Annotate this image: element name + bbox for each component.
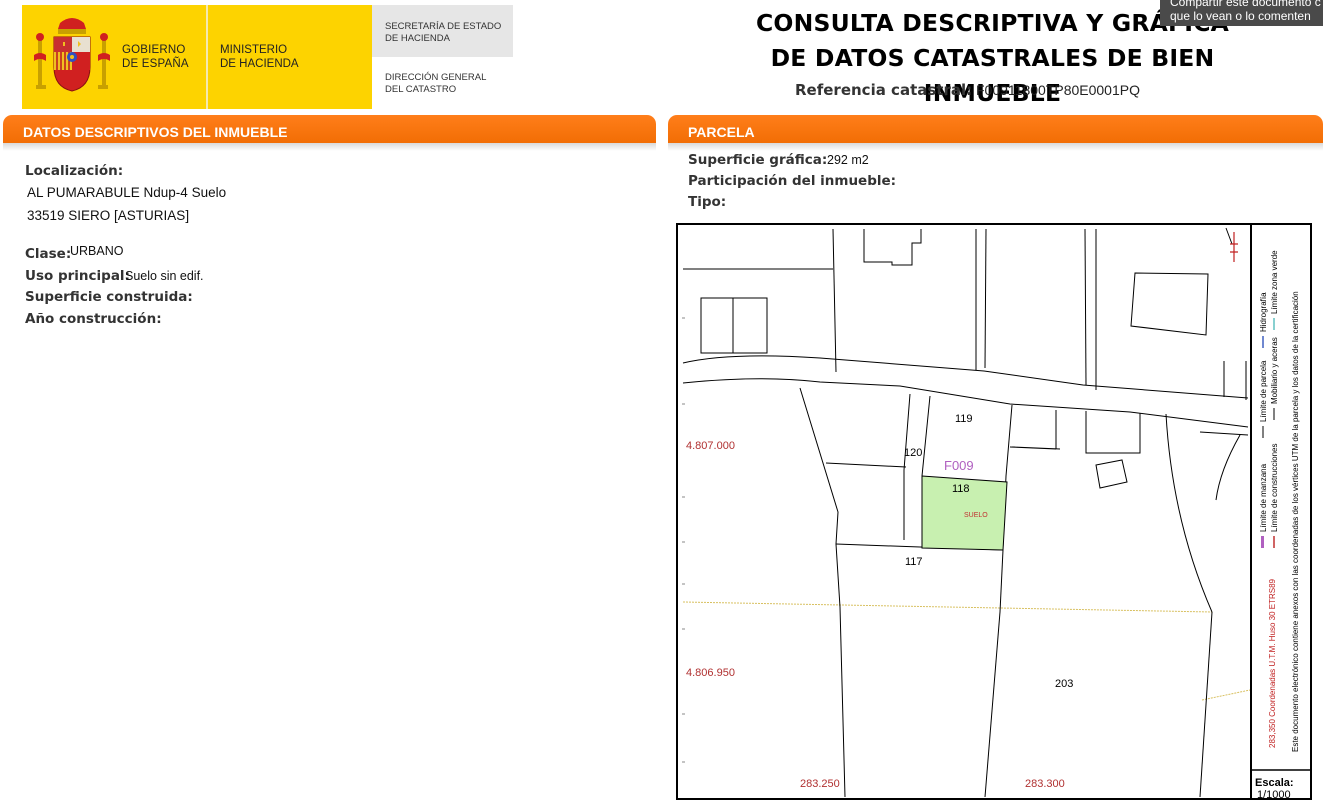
clase-value: URBANO [70,244,124,258]
superficie-grafica-value: 292 m2 [827,153,869,167]
tooltip-line-2: que lo vean o lo comenten [1170,9,1311,23]
uso-principal-label: Uso principal: [25,268,130,284]
legend-hidrografia: Hidrografía [1259,292,1268,332]
anio-construccion-label: Año construcción: [25,311,162,327]
parcel-code: F009 [944,458,974,473]
refcat-value: F00911800TP80E0001PQ [976,82,1140,98]
coord-y-4806950: 4.806.950 [686,667,735,679]
address-line-1: AL PUMARABULE Ndup-4 Suelo [27,185,227,200]
government-logo-block: GOBIERNO DE ESPAÑA MINISTERIO DE HACIEND… [22,5,372,109]
clase-label: Clase: [25,246,72,262]
parcela-header-shadow [668,143,1323,151]
coat-of-arms-icon [22,5,122,109]
parcel-label-119: 119 [955,413,973,425]
superficie-construida-label: Superficie construida: [25,289,193,305]
legend-zona-verde: Límite zona verde [1270,250,1279,314]
legend-divider [1250,225,1252,798]
tooltip-line-1: Compartir este documento c [1170,0,1321,9]
address-line-2: 33519 SIERO [ASTURIAS] [27,208,190,223]
legend-coordenadas: 283,350 Coordenadas U.T.M. Huso 30 ETRS8… [1268,578,1277,748]
legend-mobiliario: Mobiliario y aceras [1270,337,1279,404]
legend-manzana: Límite de manzana [1259,463,1268,532]
coord-y-4807000: 4.807.000 [686,440,735,452]
cadastral-map[interactable]: 4.807.000 4.806.950 283.250 283.300 119 … [676,223,1312,800]
legend-parcela: Límite de parcela [1259,360,1268,422]
localizacion-label: Localización: [25,163,124,179]
parcel-label-120: 120 [904,447,922,459]
parcel-label-118: 118 [952,483,970,495]
direccion-general-label: DIRECCIÓN GENERAL DEL CATASTRO [385,72,487,95]
refcat-label: Referencia catastral: [795,81,973,99]
parcel-label-117: 117 [905,556,923,568]
escala-label: Escala: [1255,777,1294,789]
escala-value: 1/1000 [1257,789,1291,798]
suelo-label: SUELO [964,512,988,519]
superficie-grafica-label: Superficie gráfica: [688,152,828,168]
descriptivos-header-shadow [3,143,656,151]
header-divider [206,5,208,109]
ministerio-label: MINISTERIO DE HACIENDA [220,44,299,70]
legend-documento-note: Este documento electrónico contiene anex… [1291,291,1300,752]
parcel-label-203: 203 [1055,678,1073,690]
tipo-label: Tipo: [688,194,727,210]
secretaria-label: SECRETARÍA DE ESTADO DE HACIENDA [372,5,513,57]
uso-principal-value: Suelo sin edif. [125,269,204,283]
share-tooltip[interactable]: Compartir este documento c que lo vean o… [1160,0,1323,26]
gobierno-label: GOBIERNO DE ESPAÑA [122,44,189,70]
participacion-label: Participación del inmueble: [688,173,897,189]
legend-construcciones: Límite de construcciones [1270,444,1279,533]
coord-x-283250: 283.250 [800,778,840,790]
coord-x-283300: 283.300 [1025,778,1065,790]
